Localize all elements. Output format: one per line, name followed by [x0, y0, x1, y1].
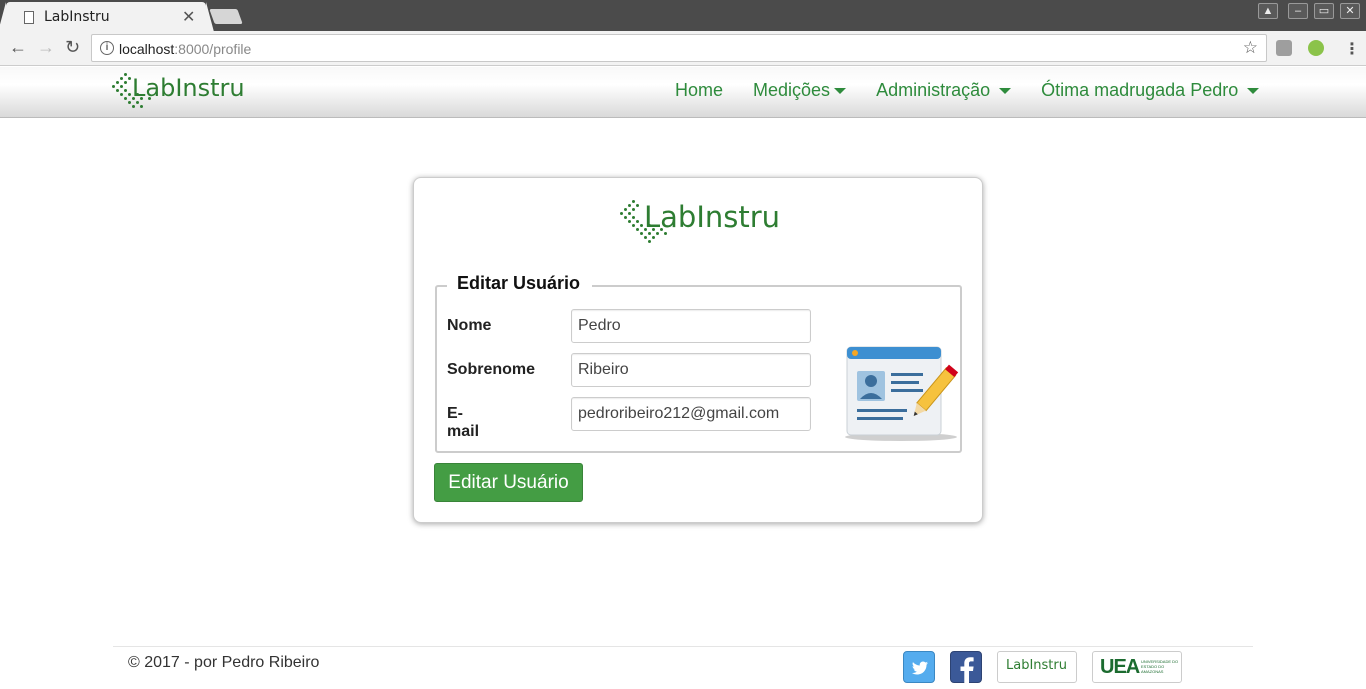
logo[interactable]: LabInstru — [112, 71, 245, 113]
name-label: Nome — [447, 317, 492, 334]
caret-down-icon — [1247, 88, 1260, 95]
caret-down-icon — [999, 88, 1012, 95]
extension-icon[interactable] — [1308, 40, 1324, 56]
tab-title: LabInstru — [44, 9, 110, 25]
edit-user-button[interactable]: Editar Usuário — [434, 463, 583, 502]
uea-badge[interactable]: UEA UNIVERSIDADE DO ESTADO DO AMAZONAS — [1092, 651, 1182, 683]
minimize-button[interactable]: – — [1288, 3, 1308, 19]
email-label: E-mail — [447, 405, 480, 440]
nav-home[interactable]: Home — [675, 80, 723, 101]
edit-user-card: LabInstru Editar Usuário Nome Sobrenome … — [413, 177, 983, 523]
badge-text: UEA — [1100, 656, 1140, 678]
badge-subtext: UNIVERSIDADE DO ESTADO DO AMAZONAS — [1141, 659, 1179, 674]
card-logo: LabInstru — [618, 196, 780, 248]
fieldset-legend: Editar Usuário — [447, 273, 593, 294]
back-icon[interactable]: ← — [9, 37, 27, 58]
browser-tab[interactable]: LabInstru ✕ — [0, 2, 214, 32]
twitter-icon[interactable] — [903, 651, 935, 683]
logo-text: LabInstru — [644, 200, 781, 234]
email-input[interactable] — [571, 397, 811, 431]
menu-icon[interactable]: ⋮ — [1344, 39, 1360, 59]
nav-measurements[interactable]: Medições — [753, 80, 847, 101]
browser-tabstrip: LabInstru ✕ ▲ – ▭ ✕ — [0, 0, 1366, 32]
profile-edit-icon — [845, 346, 959, 441]
surname-input[interactable] — [571, 353, 811, 387]
extension-icon[interactable] — [1276, 40, 1292, 56]
star-icon[interactable]: ☆ — [1243, 38, 1258, 58]
info-icon[interactable]: i — [100, 41, 114, 55]
caret-down-icon — [834, 88, 847, 95]
name-input[interactable] — [571, 309, 811, 343]
copyright-text: © 2017 - por Pedro Ribeiro — [128, 654, 320, 671]
facebook-icon[interactable] — [950, 651, 982, 684]
site-header: LabInstru Home Medições Administração Ót… — [0, 67, 1366, 118]
address-bar[interactable]: i localhost:8000/profile ☆ — [91, 34, 1267, 62]
url-text[interactable]: localhost:8000/profile — [119, 41, 251, 57]
browser-toolbar: ← → ↻ i localhost:8000/profile ☆ ⋮ — [0, 31, 1366, 66]
badge-text: LabInstru — [1006, 658, 1067, 673]
nav-user-menu[interactable]: Ótima madrugada Pedro — [1041, 80, 1260, 101]
restore-button[interactable]: ▭ — [1314, 3, 1334, 19]
forward-icon[interactable]: → — [37, 37, 55, 58]
close-icon[interactable]: ✕ — [182, 7, 195, 27]
page-icon — [24, 11, 34, 24]
labinstru-badge[interactable]: LabInstru — [997, 651, 1077, 683]
reload-icon[interactable]: ↻ — [65, 37, 80, 58]
surname-label: Sobrenome — [447, 361, 536, 378]
logo-dots-icon — [618, 196, 667, 248]
close-window-button[interactable]: ✕ — [1340, 3, 1360, 19]
main-nav: Home Medições Administração Ótima madrug… — [675, 80, 1260, 101]
user-icon[interactable]: ▲ — [1258, 3, 1278, 19]
logo-dots-icon — [112, 71, 151, 113]
new-tab-button[interactable] — [209, 9, 243, 24]
footer-divider — [113, 646, 1253, 647]
nav-administration[interactable]: Administração — [876, 80, 1012, 101]
edit-user-fieldset: Editar Usuário Nome Sobrenome E-mail — [435, 273, 962, 453]
